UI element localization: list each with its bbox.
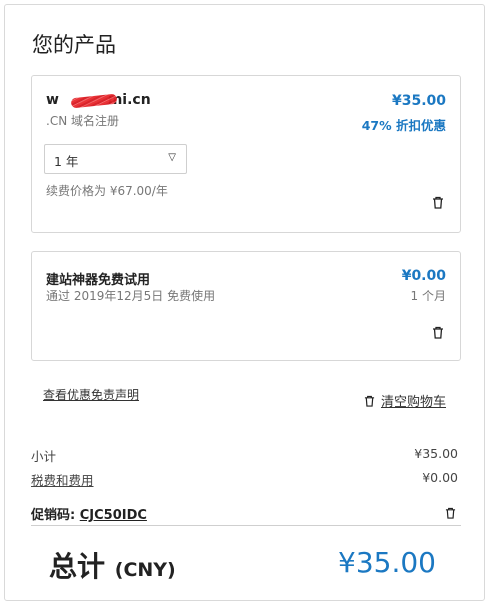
promo-label: 促销码: bbox=[31, 508, 76, 523]
domain-name: w mi.cn bbox=[46, 92, 151, 109]
trash-icon[interactable] bbox=[432, 326, 444, 339]
trial-note: 通过 2019年12月5日 免费使用 bbox=[46, 289, 216, 303]
clear-cart-button[interactable]: 清空购物车 bbox=[364, 391, 446, 411]
cart-item-sitebuilder: 建站神器免费试用 通过 2019年12月5日 免费使用 ¥0.00 1 个月 bbox=[31, 251, 461, 361]
promo-code[interactable]: CJC50IDC bbox=[80, 508, 147, 523]
renewal-note: 续费价格为 ¥67.00/年 bbox=[46, 184, 168, 198]
domain-price: ¥35.00 bbox=[391, 93, 446, 109]
total-currency: (CNY) bbox=[114, 559, 176, 581]
total-value: ¥35.00 bbox=[338, 546, 436, 579]
trash-icon bbox=[364, 395, 375, 411]
cart-panel: 您的产品 w mi.cn .CN 域名注册 ¥35.00 47% 折扣优惠 1 … bbox=[4, 4, 485, 601]
trial-duration: 1 个月 bbox=[410, 289, 446, 303]
discount-statement-link[interactable]: 查看优惠免责声明 bbox=[43, 386, 139, 403]
divider bbox=[31, 525, 461, 526]
discount-badge: 47% 折扣优惠 bbox=[361, 118, 446, 133]
period-select[interactable]: 1 年 ▽ bbox=[44, 144, 187, 174]
total-label: 总计 (CNY) bbox=[49, 545, 176, 585]
tax-link[interactable]: 税费和费用 bbox=[31, 470, 94, 489]
trash-icon[interactable] bbox=[432, 196, 444, 209]
clear-cart-label: 清空购物车 bbox=[380, 395, 446, 410]
tax-value: ¥0.00 bbox=[422, 470, 458, 485]
product-price: ¥0.00 bbox=[401, 268, 446, 284]
total-text: 总计 bbox=[49, 550, 106, 583]
cart-item-domain: w mi.cn .CN 域名注册 ¥35.00 47% 折扣优惠 1 年 ▽ 续… bbox=[31, 75, 461, 233]
redacted-domain-part bbox=[59, 92, 118, 109]
domain-type: .CN 域名注册 bbox=[46, 114, 119, 128]
trash-icon[interactable] bbox=[445, 504, 456, 523]
period-selected-value: 1 年 bbox=[54, 154, 79, 169]
subtotal-value: ¥35.00 bbox=[414, 446, 458, 461]
page-title: 您的产品 bbox=[32, 33, 116, 57]
promo-row: 促销码: CJC50IDC bbox=[31, 504, 147, 523]
product-name: 建站神器免费试用 bbox=[46, 273, 151, 288]
domain-prefix: w bbox=[46, 92, 59, 108]
chevron-down-icon: ▽ bbox=[168, 152, 176, 163]
subtotal-label: 小计 bbox=[31, 449, 57, 464]
